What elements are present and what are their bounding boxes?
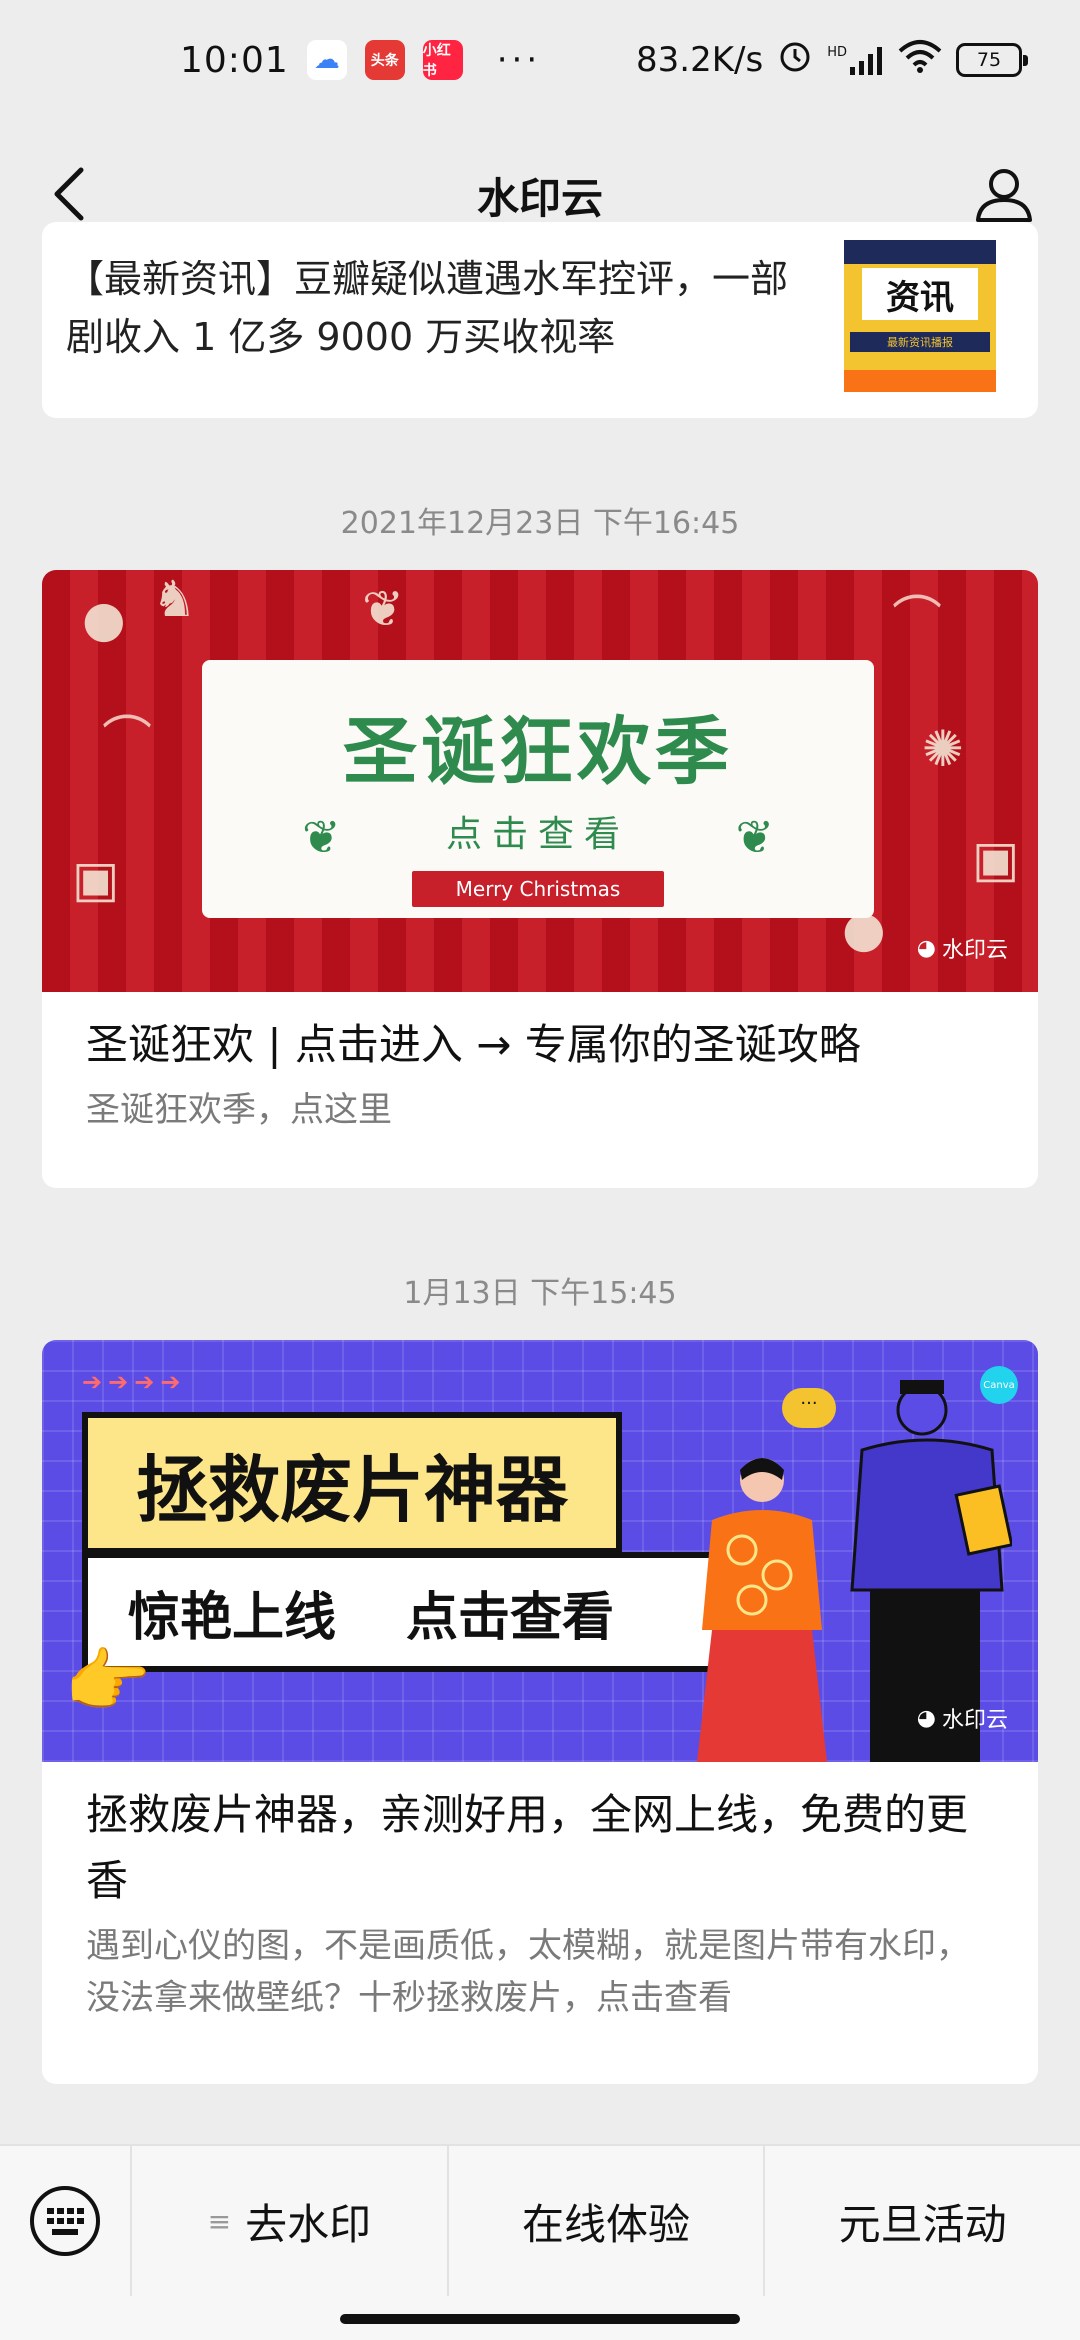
article-card-rescue[interactable]: ➔➔➔➔ Canva 拯救废片神器 惊艳上线 点击查看 👉 ··· ◕ 水印云 … bbox=[42, 1340, 1038, 2084]
banner-title: 圣诞狂欢季 bbox=[343, 709, 733, 795]
page-title: 水印云 bbox=[476, 173, 603, 223]
gift-icon: ▣ bbox=[72, 850, 120, 908]
home-indicator[interactable] bbox=[340, 2314, 740, 2324]
thumb-main-text: 资讯 bbox=[862, 268, 978, 320]
menu-item-new-year-event[interactable]: 元旦活动 bbox=[763, 2146, 1080, 2296]
girl-illustration bbox=[697, 1458, 827, 1762]
menu-row: ≡ 去水印 在线体验 元旦活动 bbox=[0, 2146, 1080, 2296]
status-left: 10:01 ☁ 头条 小红书 ··· bbox=[180, 40, 541, 81]
keyboard-icon bbox=[30, 2186, 100, 2256]
bottom-menu: ≡ 去水印 在线体验 元旦活动 bbox=[0, 2144, 1080, 2340]
signal-icon: HD bbox=[827, 45, 884, 75]
cloud-app-icon: ☁ bbox=[306, 40, 347, 80]
merry-christmas-ribbon: Merry Christmas bbox=[411, 871, 665, 907]
leaf-icon: ❦ bbox=[362, 580, 404, 638]
article-description: 遇到心仪的图，不是画质低，太模糊，就是图片带有水印，没法拿来做壁纸？十秒拯救废片… bbox=[86, 1926, 970, 2018]
gift-icon: ▣ bbox=[972, 830, 1020, 888]
rescue-banner: ➔➔➔➔ Canva 拯救废片神器 惊艳上线 点击查看 👉 ··· ◕ 水印云 bbox=[42, 1340, 1038, 1762]
christmas-banner: ● ♞ ⌒ ▣ ❦ ⌒ ✺ ▣ ● 圣诞狂欢季 点击查看 Merry Chris… bbox=[42, 570, 1038, 992]
thumb-band-bottom bbox=[844, 370, 996, 392]
signal-label: HD bbox=[827, 45, 847, 60]
battery-icon: 75 bbox=[956, 43, 1028, 77]
menu-item-label: 去水印 bbox=[245, 2199, 372, 2249]
alarm-icon bbox=[777, 38, 813, 83]
gingerbread-icon: ♞ bbox=[152, 570, 197, 628]
menu-item-online-trial[interactable]: 在线体验 bbox=[446, 2146, 764, 2296]
banner-title: 拯救废片神器 bbox=[82, 1412, 622, 1554]
news-card[interactable]: 【最新资讯】豆瓣疑似遭遇水军控评，一部剧收入 1 亿多 9000 万买收视率 资… bbox=[42, 222, 1038, 418]
watermark-text: 水印云 bbox=[941, 1708, 1008, 1733]
toutiao-app-icon: 头条 bbox=[364, 40, 405, 80]
banner-watermark: ◕ 水印云 bbox=[917, 932, 1008, 964]
candy-cane-icon: ⌒ bbox=[892, 591, 942, 649]
speech-bubble-icon: ··· bbox=[782, 1388, 836, 1428]
banner-strip: 惊艳上线 点击查看 bbox=[82, 1552, 722, 1672]
article-body: 拯救废片神器，亲测好用，全网上线，免费的更香 遇到心仪的图，不是画质低，太模糊，… bbox=[42, 1762, 1038, 2024]
arrow-icons: ➔➔➔➔ bbox=[82, 1368, 187, 1396]
holly-icon: ❦ bbox=[735, 810, 774, 864]
ornament-icon: ● bbox=[82, 590, 126, 648]
status-time: 10:01 bbox=[180, 39, 289, 81]
article-title: 圣诞狂欢 | 点击进入 → 专属你的圣诞攻略 bbox=[86, 1020, 861, 1069]
pinecone-icon: ✺ bbox=[922, 720, 964, 778]
menu-item-label: 在线体验 bbox=[522, 2199, 691, 2249]
article-card-christmas[interactable]: ● ♞ ⌒ ▣ ❦ ⌒ ✺ ▣ ● 圣诞狂欢季 点击查看 Merry Chris… bbox=[42, 570, 1038, 1188]
news-thumbnail: 资讯 最新资讯播报 bbox=[844, 240, 996, 392]
news-title: 【最新资讯】豆瓣疑似遭遇水军控评，一部剧收入 1 亿多 9000 万买收视率 bbox=[66, 257, 789, 359]
banner-line-a: 惊艳上线 bbox=[128, 1587, 337, 1648]
article-body: 圣诞狂欢 | 点击进入 → 专属你的圣诞攻略 圣诞狂欢季，点这里 bbox=[42, 992, 1038, 1136]
wifi-icon bbox=[898, 39, 942, 82]
user-icon bbox=[976, 169, 1032, 222]
pointing-hand-icon: 👉 bbox=[64, 1640, 152, 1722]
article-title: 拯救废片神器，亲测好用，全网上线，免费的更香 bbox=[86, 1790, 969, 1905]
menu-item-label: 元旦活动 bbox=[838, 2199, 1007, 2249]
christmas-panel: 圣诞狂欢季 点击查看 Merry Christmas ❦ ❦ bbox=[202, 660, 874, 918]
candy-cane-icon: ⌒ bbox=[102, 711, 152, 769]
status-bar: 10:01 ☁ 头条 小红书 ··· 83.2K/s HD 75 bbox=[0, 0, 1080, 120]
message-timestamp: 1月13日 下午15:45 bbox=[403, 1276, 677, 1311]
wechat-icon: ◕ bbox=[916, 935, 936, 961]
xiaohongshu-app-icon: 小红书 bbox=[422, 40, 463, 80]
article-description: 圣诞狂欢季，点这里 bbox=[86, 1090, 392, 1130]
more-notifications-icon: ··· bbox=[496, 40, 542, 80]
submenu-icon: ≡ bbox=[207, 2204, 232, 2238]
wechat-icon: ◕ bbox=[916, 1705, 936, 1731]
chevron-left-icon bbox=[54, 167, 84, 221]
status-right: 83.2K/s HD 75 bbox=[636, 38, 1028, 83]
banner-line-b: 点击查看 bbox=[406, 1587, 615, 1648]
holly-icon: ❦ bbox=[302, 810, 341, 864]
thumb-sub-text: 最新资讯播报 bbox=[850, 332, 990, 352]
watermark-text: 水印云 bbox=[941, 938, 1008, 963]
banner-subtitle: 点击查看 bbox=[445, 814, 630, 855]
thumb-band bbox=[844, 240, 996, 264]
menu-item-remove-watermark[interactable]: ≡ 去水印 bbox=[130, 2146, 447, 2296]
net-speed: 83.2K/s bbox=[636, 40, 764, 80]
banner-watermark: ◕ 水印云 bbox=[917, 1702, 1008, 1734]
keyboard-toggle-button[interactable] bbox=[0, 2146, 130, 2296]
message-timestamp: 2021年12月23日 下午16:45 bbox=[340, 506, 740, 541]
